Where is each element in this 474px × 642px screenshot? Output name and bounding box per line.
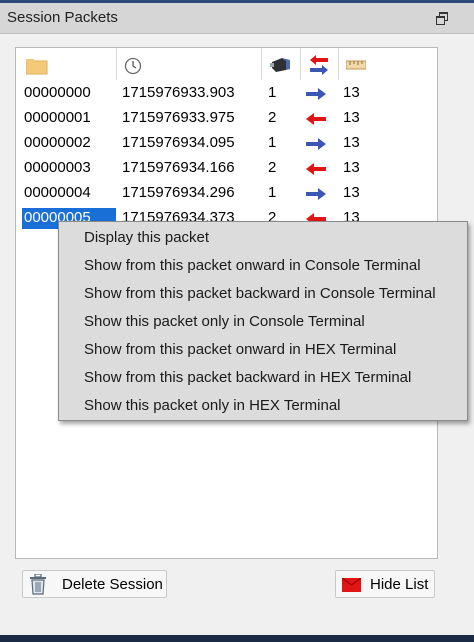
- packet-time: 1715976933.903: [122, 84, 235, 101]
- packet-time: 1715976934.095: [122, 134, 235, 151]
- context-menu: Display this packet Show from this packe…: [58, 221, 468, 421]
- packet-length: 13: [343, 159, 360, 176]
- packet-direction: 1: [268, 84, 277, 101]
- packet-time: 1715976934.166: [122, 159, 235, 176]
- packet-length: 13: [343, 184, 360, 201]
- delete-session-button[interactable]: Delete Session: [22, 570, 167, 598]
- menu-item-console-onward[interactable]: Show from this packet onward in Console …: [84, 257, 421, 274]
- packet-time: 1715976934.296: [122, 184, 235, 201]
- column-header-time[interactable]: [117, 48, 262, 80]
- hide-list-label: Hide List: [370, 576, 429, 593]
- arrow-left-icon: [306, 163, 326, 175]
- packet-length: 13: [343, 109, 360, 126]
- column-header-length[interactable]: [339, 48, 437, 80]
- menu-item-hex-onward[interactable]: Show from this packet onward in HEX Term…: [84, 341, 396, 358]
- delete-session-label: Delete Session: [62, 576, 163, 593]
- table-row[interactable]: 00000002 1715976934.095 1 13: [16, 131, 437, 156]
- packet-index: 00000002: [24, 134, 91, 151]
- trash-icon: [30, 574, 46, 595]
- menu-item-console-only[interactable]: Show this packet only in Console Termina…: [84, 313, 365, 330]
- title-bar: Session Packets: [0, 3, 474, 34]
- column-header-arrow[interactable]: [301, 48, 339, 80]
- window-bottom-edge: [0, 635, 474, 642]
- table-row[interactable]: 00000001 1715976933.975 2 13: [16, 106, 437, 131]
- clock-icon: [124, 57, 142, 75]
- packet-direction: 2: [268, 159, 277, 176]
- table-row[interactable]: 00000003 1715976934.166 2 13: [16, 156, 437, 181]
- arrow-left-icon: [306, 113, 326, 125]
- envelope-icon: [342, 578, 361, 592]
- table-row[interactable]: 00000000 1715976933.903 1 13: [16, 81, 437, 106]
- column-header-index[interactable]: [16, 48, 117, 80]
- menu-item-display-packet[interactable]: Display this packet: [84, 229, 209, 246]
- packet-length: 13: [343, 84, 360, 101]
- arrow-right-icon: [306, 138, 326, 150]
- packet-direction: 1: [268, 134, 277, 151]
- column-header-direction[interactable]: [262, 48, 301, 80]
- packet-direction: 2: [268, 109, 277, 126]
- restore-window-icon[interactable]: [436, 12, 448, 25]
- packet-index: 00000004: [24, 184, 91, 201]
- packet-direction: 1: [268, 184, 277, 201]
- bidirectional-arrows-icon: [310, 55, 328, 75]
- menu-item-console-backward[interactable]: Show from this packet backward in Consol…: [84, 285, 436, 302]
- hide-list-button[interactable]: Hide List: [335, 570, 435, 598]
- arrow-right-icon: [306, 188, 326, 200]
- table-row[interactable]: 00000004 1715976934.296 1 13: [16, 181, 437, 206]
- ruler-icon: [346, 60, 366, 70]
- packet-index: 00000001: [24, 109, 91, 126]
- menu-item-hex-backward[interactable]: Show from this packet backward in HEX Te…: [84, 369, 411, 386]
- packet-time: 1715976933.975: [122, 109, 235, 126]
- packet-index: 00000003: [24, 159, 91, 176]
- device-icon: [270, 58, 290, 72]
- menu-item-hex-only[interactable]: Show this packet only in HEX Terminal: [84, 397, 341, 414]
- packet-length: 13: [343, 134, 360, 151]
- folder-icon: [26, 59, 48, 75]
- arrow-right-icon: [306, 88, 326, 100]
- packet-index: 00000000: [24, 84, 91, 101]
- window-title: Session Packets: [7, 9, 118, 26]
